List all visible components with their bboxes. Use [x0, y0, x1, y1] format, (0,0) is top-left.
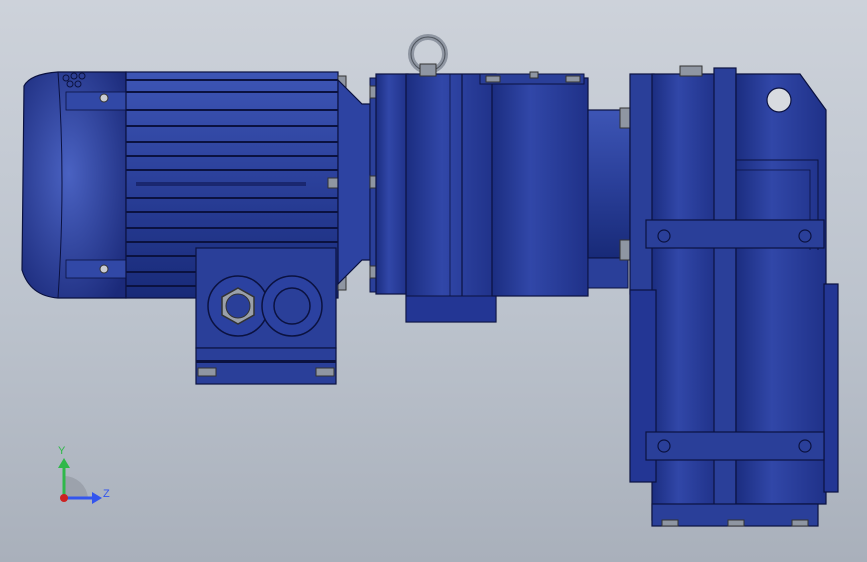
z-axis-label: Z [103, 488, 110, 500]
gear-motor-model[interactable]: Y Z [0, 0, 867, 562]
bolt-icon [197, 367, 217, 377]
bolt-head-icon [657, 439, 671, 453]
bolt-icon [565, 75, 581, 83]
cad-viewport[interactable]: Y Z [0, 0, 867, 562]
bolt-icon [485, 75, 501, 83]
orientation-triad: Y Z [58, 445, 110, 504]
motor-fan-cover [21, 71, 127, 299]
bolt-head-icon [657, 229, 671, 243]
bolt-head-icon [798, 439, 812, 453]
primary-gear-stage [375, 71, 589, 323]
coupling-shaft [587, 107, 631, 289]
bolt-icon [619, 107, 631, 129]
bolt-head-icon [798, 229, 812, 243]
bolt-icon [619, 239, 631, 261]
bolt-icon [529, 71, 539, 79]
screw-icon [99, 93, 109, 103]
lifting-eye-bolt-icon [408, 34, 448, 77]
bolt-icon [679, 65, 703, 77]
mounting-hole-icon [766, 87, 792, 113]
y-axis-label: Y [58, 445, 66, 457]
bolt-icon [315, 367, 335, 377]
output-gearbox [629, 65, 839, 527]
motor-flange [337, 77, 381, 293]
screw-icon [99, 264, 109, 274]
x-axis-origin-icon [60, 494, 68, 502]
terminal-box [195, 247, 337, 385]
